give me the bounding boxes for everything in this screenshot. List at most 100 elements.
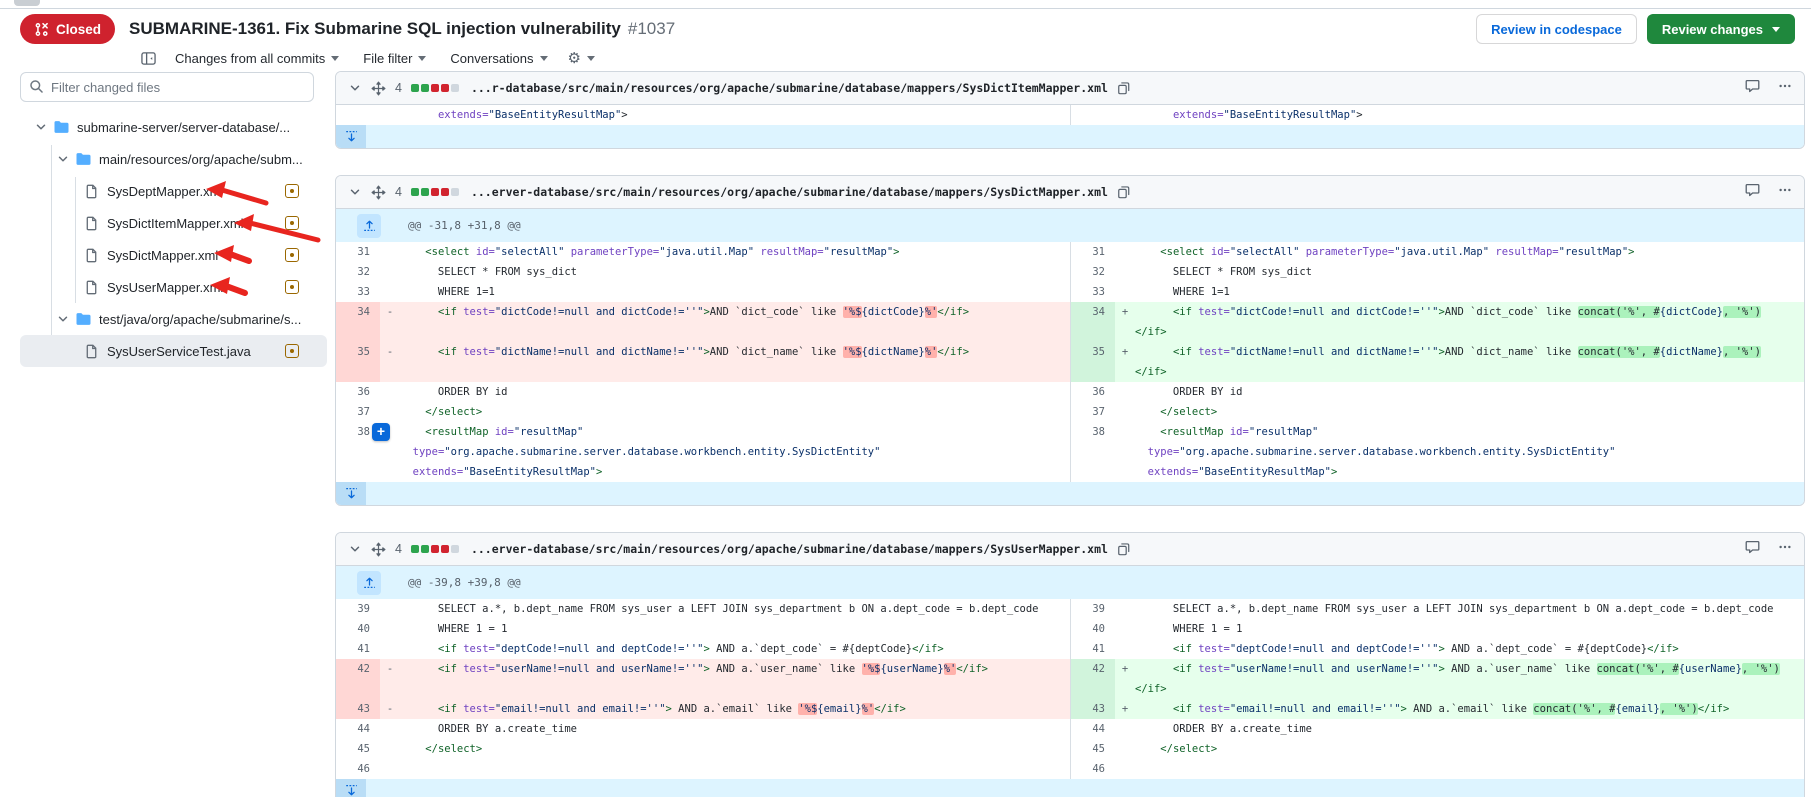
code-line[interactable]: <if test="deptCode!=null and deptCode!='… (400, 639, 1070, 659)
code-line[interactable]: SELECT * FROM sys_dict (1135, 262, 1804, 282)
line-number[interactable]: 45 (336, 739, 380, 759)
code-line[interactable]: SELECT a.*, b.dept_name FROM sys_user a … (1135, 599, 1804, 619)
drag-handle-icon[interactable] (371, 542, 386, 557)
review-in-codespace-button[interactable]: Review in codespace (1476, 14, 1637, 44)
expand-hunk-button[interactable] (357, 571, 381, 595)
copy-path-button[interactable] (1117, 185, 1131, 199)
viewed-marker-icon[interactable] (285, 280, 299, 294)
line-number[interactable]: 37 (336, 402, 380, 422)
line-number[interactable]: 34 (1071, 302, 1115, 342)
code-line[interactable]: </select> (1135, 739, 1804, 759)
line-number[interactable]: 39 (336, 599, 380, 619)
line-number[interactable]: 44 (336, 719, 380, 739)
tree-file-sysdeptmapper-xml[interactable]: SysDeptMapper.xml (20, 175, 327, 207)
line-number[interactable]: 35 (336, 342, 380, 382)
copy-path-icon[interactable] (1117, 185, 1131, 199)
code-line[interactable]: </select> (400, 402, 1070, 422)
line-number[interactable]: 33 (1071, 282, 1115, 302)
file-options-kebab-button[interactable] (1778, 540, 1792, 559)
line-number[interactable]: 46 (336, 759, 380, 779)
collapse-file-button[interactable] (348, 81, 362, 95)
line-number[interactable]: 38 (1071, 422, 1115, 482)
collapse-file-button[interactable] (348, 542, 362, 556)
code-line[interactable]: <if test="userName!=null and userName!='… (1135, 659, 1804, 699)
code-line[interactable]: SELECT a.*, b.dept_name FROM sys_user a … (400, 599, 1070, 619)
expand-down-button[interactable] (336, 125, 366, 148)
line-number[interactable]: 42 (1071, 659, 1115, 699)
expand-down-button[interactable] (336, 779, 366, 797)
line-number[interactable]: 41 (1071, 639, 1115, 659)
code-line[interactable]: ORDER BY a.create_time (1135, 719, 1804, 739)
folder-toggle[interactable] (56, 312, 70, 326)
code-line[interactable]: <if test="email!=null and email!=''"> AN… (400, 699, 1070, 719)
code-line[interactable]: ORDER BY id (1135, 382, 1804, 402)
expand-down-button[interactable] (336, 482, 366, 505)
line-number[interactable]: 36 (1071, 382, 1115, 402)
line-number[interactable]: 40 (336, 619, 380, 639)
file-options-kebab-button[interactable] (1778, 183, 1792, 202)
tree-file-sysdictitemmapper-xml[interactable]: SysDictItemMapper.xml (20, 207, 327, 239)
line-number[interactable]: 36 (336, 382, 380, 402)
expand-up-icon[interactable] (363, 219, 376, 232)
copy-path-icon[interactable] (1117, 81, 1131, 95)
file-filter-input[interactable] (20, 72, 314, 102)
tree-file-sysuserservicetest-java[interactable]: SysUserServiceTest.java (20, 335, 327, 367)
line-number[interactable]: 34 (336, 302, 380, 342)
code-line[interactable] (1135, 759, 1804, 779)
review-changes-button[interactable]: Review changes (1647, 14, 1795, 44)
code-line[interactable]: <if test="dictName!=null and dictName!='… (1135, 342, 1804, 382)
comment-button[interactable] (1745, 539, 1760, 559)
conversations-menu[interactable]: Conversations (450, 51, 547, 66)
line-number[interactable]: 33 (336, 282, 380, 302)
diff-settings-menu[interactable]: ⚙ (568, 49, 595, 67)
tree-folder-submarine-server-server-database-[interactable]: submarine-server/server-database/... (20, 111, 327, 143)
line-number[interactable]: 32 (336, 262, 380, 282)
code-line[interactable]: WHERE 1=1 (1135, 282, 1804, 302)
chevron-down-icon[interactable] (56, 312, 70, 326)
code-line[interactable]: <resultMap id="resultMap" type="org.apac… (1135, 422, 1804, 482)
line-number[interactable]: 35 (1071, 342, 1115, 382)
collapse-file-button[interactable] (348, 185, 362, 199)
code-line[interactable] (400, 759, 1070, 779)
copy-path-icon[interactable] (1117, 542, 1131, 556)
expand-hunk-button[interactable] (357, 214, 381, 238)
file-path[interactable]: ...erver-database/src/main/resources/org… (471, 185, 1108, 199)
file-path[interactable]: ...r-database/src/main/resources/org/apa… (471, 81, 1108, 95)
line-number[interactable] (336, 105, 380, 125)
code-line[interactable]: <select id="selectAll" parameterType="ja… (1135, 242, 1804, 262)
code-line[interactable]: extends="BaseEntityResultMap"> (400, 105, 1070, 125)
comment-icon[interactable] (1745, 539, 1760, 554)
viewed-marker-icon[interactable] (285, 344, 299, 358)
collapse-file-icon[interactable] (348, 81, 362, 95)
expand-down-icon[interactable] (345, 130, 358, 143)
comment-button[interactable] (1745, 78, 1760, 98)
code-line[interactable]: <resultMap id="resultMap" type="org.apac… (400, 422, 1070, 482)
copy-path-button[interactable] (1117, 542, 1131, 556)
line-number[interactable]: 46 (1071, 759, 1115, 779)
line-number[interactable] (1071, 105, 1115, 125)
line-number[interactable]: 45 (1071, 739, 1115, 759)
kebab-icon[interactable] (1778, 183, 1792, 197)
comment-icon[interactable] (1745, 78, 1760, 93)
tree-file-sysusermapper-xml[interactable]: SysUserMapper.xml (20, 271, 327, 303)
viewed-marker-icon[interactable] (285, 248, 299, 262)
code-line[interactable]: </select> (400, 739, 1070, 759)
kebab-icon[interactable] (1778, 79, 1792, 93)
code-line[interactable]: <select id="selectAll" parameterType="ja… (400, 242, 1070, 262)
comment-button[interactable] (1745, 182, 1760, 202)
code-line[interactable]: extends="BaseEntityResultMap"> (1135, 105, 1804, 125)
code-line[interactable]: <if test="email!=null and email!=''"> AN… (1135, 699, 1804, 719)
code-line[interactable]: <if test="userName!=null and userName!='… (400, 659, 1070, 699)
copy-path-button[interactable] (1117, 81, 1131, 95)
code-line[interactable]: WHERE 1=1 (400, 282, 1070, 302)
line-number[interactable]: 43 (1071, 699, 1115, 719)
line-number[interactable]: 31 (336, 242, 380, 262)
code-line[interactable]: </select> (1135, 402, 1804, 422)
expand-down-icon[interactable] (345, 784, 358, 797)
tree-folder-main-resources-org-apache-subm-[interactable]: main/resources/org/apache/subm... (20, 143, 327, 175)
line-number[interactable]: 42 (336, 659, 380, 699)
expand-down-icon[interactable] (345, 487, 358, 500)
folder-toggle[interactable] (56, 152, 70, 166)
drag-handle-icon[interactable] (371, 185, 386, 200)
comment-icon[interactable] (1745, 182, 1760, 197)
